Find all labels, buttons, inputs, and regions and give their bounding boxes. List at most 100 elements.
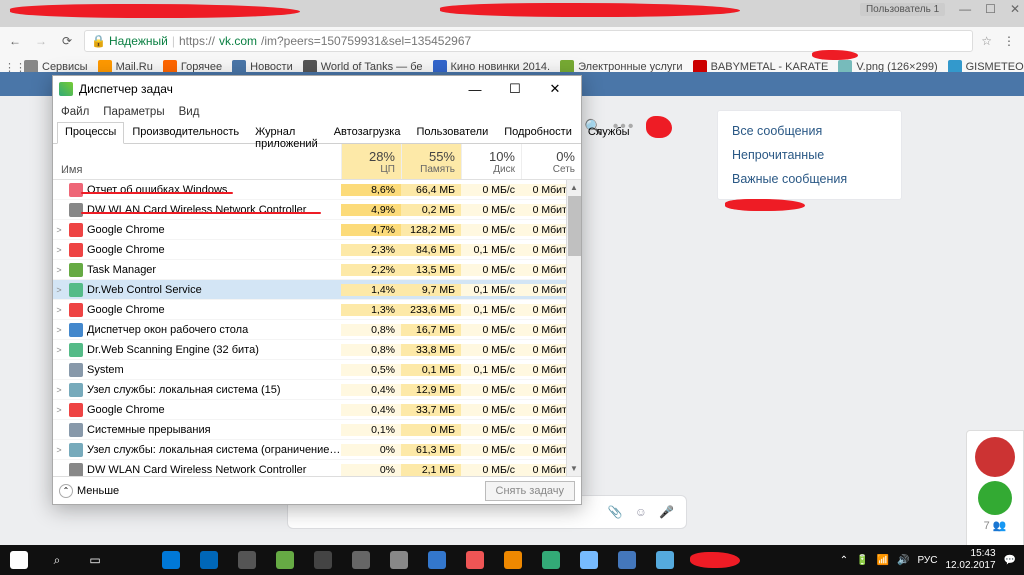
system-tray[interactable]: ⌃ 🔋 📶 🔊 РУС 15:4312.02.2017 💬 xyxy=(840,548,1024,572)
process-row[interactable]: > Task Manager 2,2% 13,5 МБ 0 МБ/с 0 Мби… xyxy=(53,260,581,280)
process-row[interactable]: > Google Chrome 0,4% 33,7 МБ 0 МБ/с 0 Мб… xyxy=(53,400,581,420)
mem-cell: 33,8 МБ xyxy=(401,344,461,356)
star-icon[interactable]: ☆ xyxy=(981,34,992,48)
process-row[interactable]: > Dr.Web Control Service 1,4% 9,7 МБ 0,1… xyxy=(53,280,581,300)
maximize-button[interactable]: ☐ xyxy=(495,77,535,101)
back-button[interactable]: ← xyxy=(6,32,24,50)
expand-icon[interactable]: > xyxy=(53,345,65,355)
menu-item[interactable]: Вид xyxy=(179,106,200,118)
end-task-button[interactable]: Снять задачу xyxy=(485,481,576,501)
process-row[interactable]: > Узел службы: локальная система (ограни… xyxy=(53,440,581,460)
tray-chevron-icon[interactable]: ⌃ xyxy=(840,555,848,566)
taskbar-app[interactable] xyxy=(190,545,228,575)
tab[interactable]: Производительность xyxy=(124,122,247,143)
task-view-button[interactable]: ▭ xyxy=(76,545,114,575)
taskbar-app[interactable] xyxy=(304,545,342,575)
emoji-icon[interactable]: ☺ xyxy=(635,505,647,519)
taskbar-app[interactable] xyxy=(380,545,418,575)
expand-icon[interactable]: > xyxy=(53,245,65,255)
process-name: Dr.Web Control Service xyxy=(87,284,341,296)
expand-icon[interactable]: > xyxy=(53,325,65,335)
taskbar-app[interactable] xyxy=(114,545,152,575)
taskbar-app[interactable] xyxy=(570,545,608,575)
minimize-button[interactable]: — xyxy=(455,77,495,101)
tray-lang[interactable]: РУС xyxy=(917,555,937,566)
tab[interactable]: Процессы xyxy=(57,122,124,144)
vk-sidebar-item[interactable]: Важные сообщения xyxy=(718,167,901,191)
scrollbar[interactable]: ▲ ▼ xyxy=(566,180,581,476)
tray-clock[interactable]: 15:4312.02.2017 xyxy=(945,548,995,572)
cpu-cell: 0,8% xyxy=(341,324,401,336)
process-row[interactable]: > Google Chrome 1,3% 233,6 МБ 0,1 МБ/с 0… xyxy=(53,300,581,320)
close-button[interactable]: ✕ xyxy=(535,77,575,101)
vk-sidebar-item[interactable]: Непрочитанные xyxy=(718,143,901,167)
tab[interactable]: Пользователи xyxy=(408,122,496,143)
process-row[interactable]: DW WLAN Card Wireless Network Controller… xyxy=(53,200,581,220)
tab[interactable]: Журнал приложений xyxy=(247,122,326,143)
col-memory[interactable]: 55%Память xyxy=(401,144,461,179)
expand-icon[interactable]: > xyxy=(53,445,65,455)
process-icon xyxy=(69,263,83,277)
close-icon[interactable]: ✕ xyxy=(1010,2,1020,16)
process-row[interactable]: > Google Chrome 4,7% 128,2 МБ 0 МБ/с 0 М… xyxy=(53,220,581,240)
expand-icon[interactable]: > xyxy=(53,385,65,395)
process-row[interactable]: Системные прерывания 0,1% 0 МБ 0 МБ/с 0 … xyxy=(53,420,581,440)
process-row[interactable]: > Dr.Web Scanning Engine (32 бита) 0,8% … xyxy=(53,340,581,360)
search-button[interactable]: ⌕ xyxy=(38,545,76,575)
menu-item[interactable]: Файл xyxy=(61,106,89,118)
process-row[interactable]: System 0,5% 0,1 МБ 0,1 МБ/с 0 Мбит/с xyxy=(53,360,581,380)
tab[interactable]: Автозагрузка xyxy=(326,122,409,143)
taskbar-app[interactable] xyxy=(494,545,532,575)
taskbar-app[interactable] xyxy=(456,545,494,575)
taskbar-app[interactable] xyxy=(418,545,456,575)
taskbar-app[interactable] xyxy=(228,545,266,575)
mic-icon[interactable]: 🎤 xyxy=(659,505,674,519)
menu-icon[interactable]: ⋮ xyxy=(1000,32,1018,50)
fewer-details-button[interactable]: ⌃Меньше xyxy=(59,484,119,498)
vk-sidebar-item[interactable]: Все сообщения xyxy=(718,119,901,143)
user-badge[interactable]: Пользователь 1 xyxy=(860,3,945,16)
start-button[interactable] xyxy=(0,545,38,575)
forward-button[interactable]: → xyxy=(32,32,50,50)
scroll-thumb[interactable] xyxy=(568,196,581,256)
lock-icon: 🔒 Надежный xyxy=(91,34,168,48)
attach-icon[interactable]: 📎 xyxy=(608,505,623,519)
col-cpu[interactable]: 28%ЦП xyxy=(341,144,401,179)
taskbar-app[interactable] xyxy=(608,545,646,575)
taskbar-app[interactable] xyxy=(342,545,380,575)
action-center-icon[interactable]: 💬 xyxy=(1004,555,1016,566)
col-name[interactable]: ⌄Имя xyxy=(53,144,341,179)
expand-icon[interactable]: > xyxy=(53,305,65,315)
process-icon xyxy=(69,343,83,357)
taskbar-app[interactable] xyxy=(532,545,570,575)
process-row[interactable]: > Узел службы: локальная система (15) 0,… xyxy=(53,380,581,400)
taskbar-app[interactable] xyxy=(152,545,190,575)
col-disk[interactable]: 10%Диск xyxy=(461,144,521,179)
expand-icon[interactable]: > xyxy=(53,225,65,235)
menu-item[interactable]: Параметры xyxy=(103,106,164,118)
titlebar[interactable]: Диспетчер задач — ☐ ✕ xyxy=(53,76,581,102)
process-row[interactable]: > Google Chrome 2,3% 84,6 МБ 0,1 МБ/с 0 … xyxy=(53,240,581,260)
expand-icon[interactable]: > xyxy=(53,285,65,295)
tray-network-icon[interactable]: 📶 xyxy=(877,555,889,566)
process-row[interactable]: > Диспетчер окон рабочего стола 0,8% 16,… xyxy=(53,320,581,340)
vk-side-widget[interactable]: 7 👥 xyxy=(966,430,1024,550)
minimize-icon[interactable]: — xyxy=(959,2,971,16)
tray-volume-icon[interactable]: 🔊 xyxy=(897,555,909,566)
process-row[interactable]: DW WLAN Card Wireless Network Controller… xyxy=(53,460,581,476)
taskbar-app[interactable] xyxy=(646,545,684,575)
address-bar[interactable]: 🔒 Надежный | https://vk.com/im?peers=150… xyxy=(84,30,973,52)
expand-icon[interactable]: > xyxy=(53,405,65,415)
reload-button[interactable]: ⟳ xyxy=(58,32,76,50)
expand-icon[interactable]: > xyxy=(53,265,65,275)
cpu-cell: 8,6% xyxy=(341,184,401,196)
scroll-down-icon[interactable]: ▼ xyxy=(567,461,581,476)
taskbar-app[interactable] xyxy=(266,545,304,575)
tab[interactable]: Подробности xyxy=(496,122,580,143)
tab[interactable]: Службы xyxy=(580,122,638,143)
scroll-up-icon[interactable]: ▲ xyxy=(567,180,581,195)
process-row[interactable]: Отчет об ошибках Windows 8,6% 66,4 МБ 0 … xyxy=(53,180,581,200)
col-network[interactable]: 0%Сеть xyxy=(521,144,581,179)
tray-icon[interactable]: 🔋 xyxy=(856,555,868,566)
maximize-icon[interactable]: ☐ xyxy=(985,2,996,16)
